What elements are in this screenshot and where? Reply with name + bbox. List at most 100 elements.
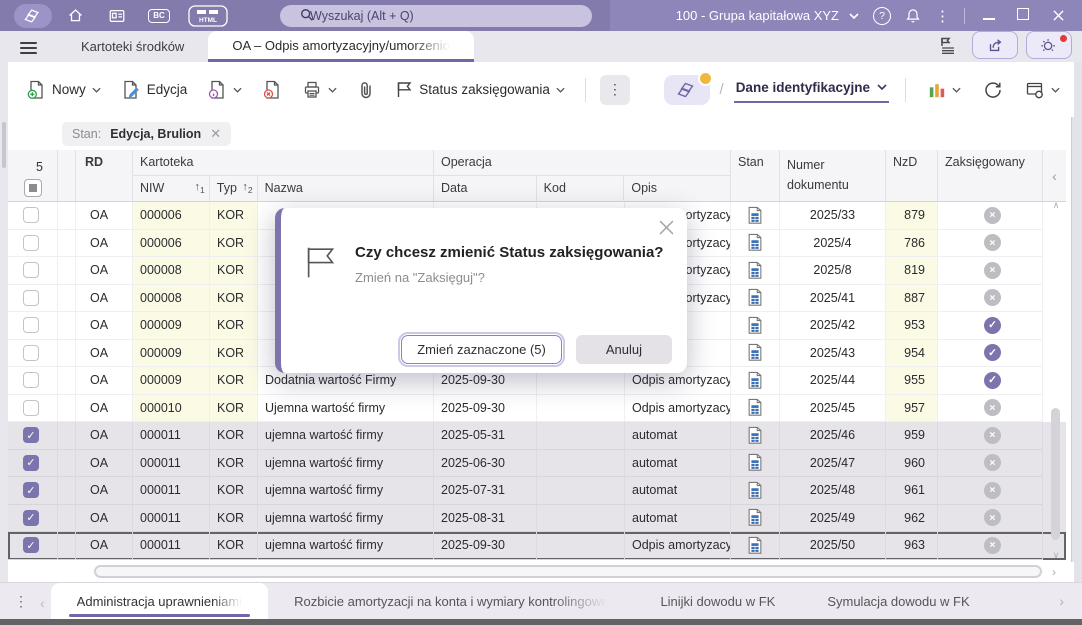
table-row[interactable]: ✓ OA 000011 KOR ujemna wartość firmy 2025-09-… [8,532,1066,560]
document-info-button[interactable] [201,75,248,105]
bell-icon[interactable] [905,7,921,24]
more-actions-button[interactable]: ⋮ [599,74,630,105]
remove-filter-icon[interactable]: ✕ [210,126,221,142]
filter-chip-label: Stan: [72,126,102,141]
layout-settings-button[interactable] [1019,75,1066,105]
vertical-scroll-thumb[interactable] [1051,408,1060,540]
row-checkbox[interactable] [23,207,39,224]
cell-nazwa: ujemna wartość firmy [258,532,434,560]
column-header-rd[interactable]: RD [76,150,133,201]
scroll-up-icon[interactable]: ∧ [1053,200,1060,211]
detail-tab[interactable]: Linijki dowodu w FK [634,583,801,619]
document-icon [746,508,764,527]
row-checkbox[interactable] [23,372,39,389]
filter-chip[interactable]: Stan: Edycja, Brulion ✕ [62,121,232,146]
chart-view-button[interactable] [922,76,967,104]
row-checkbox[interactable]: ✓ [23,482,39,499]
attachment-button[interactable] [351,75,381,105]
window-close-button[interactable] [1047,10,1070,21]
row-checkbox[interactable] [23,234,39,251]
row-checkbox[interactable]: ✓ [23,427,39,444]
titlebar-menu-icon[interactable]: ⋮ [935,7,950,25]
contacts-button[interactable] [98,4,136,28]
vertical-scrollbar[interactable]: ∧ ∨ [1048,152,1064,575]
modules-button[interactable] [14,3,52,28]
row-checkbox[interactable] [23,289,39,306]
scroll-down-icon[interactable]: ∨ [1053,550,1060,561]
column-header-stan[interactable]: Stan [731,150,780,201]
cell-niw: 000011 [133,422,210,450]
chevron-left-icon[interactable]: ‹ [40,595,45,611]
posting-status-button[interactable]: Status zaksięgowania [389,75,571,104]
cancel-button[interactable]: Anuluj [575,335,672,364]
nav-tab[interactable]: Kartoteki środków [57,31,208,62]
row-checkbox[interactable] [23,399,39,416]
cell-zaksiegowany: × [938,477,1043,505]
table-row[interactable]: ✓ OA 000011 KOR ujemna wartość firmy 2025-07-… [8,477,1066,505]
view-selector[interactable]: Dane identyfikacyjne [733,77,889,103]
document-icon [746,536,764,555]
print-button[interactable] [296,75,343,105]
assistant-button[interactable] [1026,31,1072,59]
column-header-typ[interactable]: Typ ↑2 [210,176,258,202]
select-all-checkbox[interactable] [24,179,42,197]
table-row[interactable]: ✓ OA 000011 KOR ujemna wartość firmy 2025-05-… [8,422,1066,450]
column-header-kod[interactable]: Kod [537,176,625,202]
layers-icon [24,7,42,25]
cell-numer-dokumentu: 2025/44 [780,367,886,395]
row-checkbox[interactable] [23,344,39,361]
column-header-nazwa[interactable]: Nazwa [258,176,433,202]
help-icon[interactable]: ? [873,6,891,25]
share-button[interactable] [972,31,1018,59]
detail-tab[interactable]: Symulacja dowodu w FK [801,583,995,619]
html-module-button[interactable]: HTML [182,4,234,28]
table-row[interactable]: ✓ OA 000011 KOR ujemna wartość firmy 2025-08-… [8,504,1066,532]
document-icon [746,426,764,445]
column-header-niw[interactable]: NIW ↑1 [133,176,210,202]
record-context-button[interactable] [663,70,713,105]
chevron-down-icon [877,84,887,90]
column-header-data[interactable]: Data [434,176,537,202]
row-checkbox[interactable] [23,262,39,279]
chevron-right-icon[interactable]: › [1059,593,1064,609]
new-button[interactable]: Nowy [20,75,107,105]
row-checkbox-cell [8,257,58,285]
edit-button[interactable]: Edycja [115,75,194,105]
selection-header[interactable]: 5 [8,150,58,201]
row-checkbox-cell [8,394,58,422]
cell-zaksiegowany: × [938,229,1043,257]
dialog-close-button[interactable] [659,220,675,236]
panel-list-icon[interactable] [938,35,958,55]
horizontal-scrollbar[interactable]: › [8,562,1074,582]
detail-tabs-menu-icon[interactable]: ⋮ [14,593,28,610]
horizontal-scroll-thumb[interactable] [94,565,1042,578]
window-minimize-button[interactable] [979,7,999,25]
nav-tab[interactable]: OA – Odpis amortyzacyjny/umorzenio [208,31,474,62]
main-menu-button[interactable] [20,42,37,54]
row-checkbox[interactable] [23,317,39,334]
delete-button[interactable] [256,75,288,105]
document-add-icon [26,80,46,100]
company-selector[interactable]: 100 - Grupa kapitałowa XYZ [676,8,859,23]
column-header-nzd[interactable]: NzD [886,150,938,201]
row-checkbox[interactable]: ✓ [23,454,39,471]
confirm-change-selected-button[interactable]: Zmień zaznaczone (5) [398,332,565,367]
left-panel-edge[interactable] [0,62,8,582]
row-checkbox[interactable]: ✓ [23,537,39,554]
detail-tab[interactable]: Administracja uprawnieniami [50,583,269,619]
row-checkbox[interactable]: ✓ [23,509,39,526]
column-header-zaksiegowany[interactable]: Zaksięgowany [938,150,1043,201]
column-header-numer[interactable]: Numer dokumentu [780,150,886,201]
cell-zaksiegowany: × [938,504,1043,532]
table-row[interactable]: OA 000010 KOR Ujemna wartość firmy 2025-09-3… [8,394,1066,422]
window-maximize-button[interactable] [1013,7,1033,25]
title-bar: BC HTML 100 - Grupa kapitałowa XYZ ? ⋮ [0,0,1082,31]
refresh-button[interactable] [977,75,1009,105]
column-header-opis[interactable]: Opis [624,176,730,202]
table-row[interactable]: ✓ OA 000011 KOR ujemna wartość firmy 2025-06-… [8,449,1066,477]
document-icon [746,261,764,280]
detail-tab[interactable]: Rozbicie amortyzacji na konta i wymiary … [268,583,634,619]
bc-module-button[interactable]: BC [140,4,178,28]
home-button[interactable] [56,4,94,28]
search-input[interactable] [280,4,592,27]
